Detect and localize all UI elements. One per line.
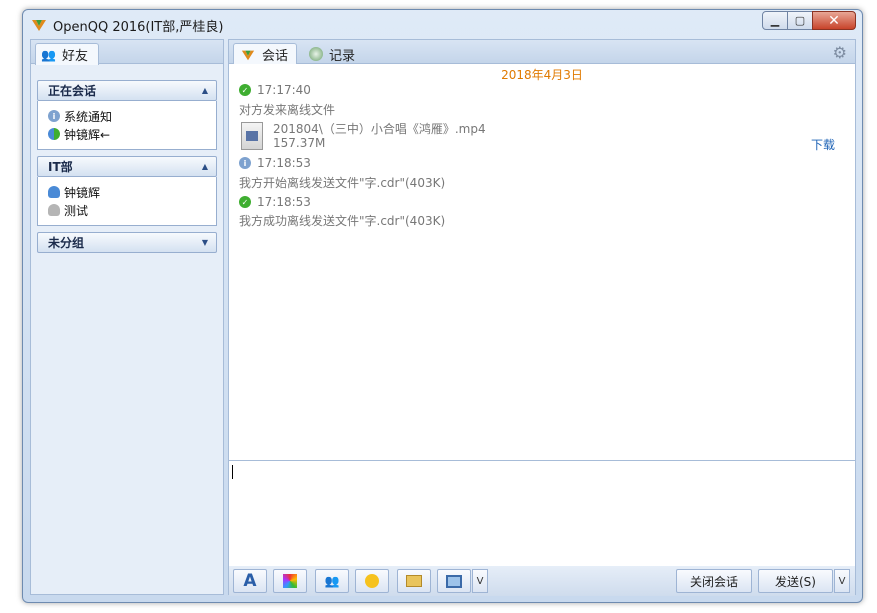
message-date: 2018年4月3日 [501,68,583,82]
message-text: 我方开始离线发送文件"字.cdr"(403K) [239,176,446,190]
close-button[interactable]: ✕ [812,11,856,30]
message-time: 17:18:53 [257,156,311,170]
message-text: 对方发来离线文件 [239,103,336,117]
users-icon [48,128,60,140]
info-icon: i [239,157,251,169]
user-offline-icon [48,204,60,216]
group-active-chats: 正在会话 ▲ i 系统通知 钟镜辉← [37,80,217,150]
gear-icon[interactable]: ⚙ [833,43,847,62]
member-system-notice[interactable]: i 系统通知 [48,107,216,125]
tab-chat-label: 会话 [262,49,289,64]
screenshot-options-dropdown[interactable]: V [472,569,488,593]
tab-friends-label: 好友 [61,49,88,64]
member-test[interactable]: 测试 [48,201,216,219]
video-file-icon [241,122,263,150]
smiley-icon [365,574,379,588]
folder-icon [406,575,422,587]
chat-window: OpenQQ 2016(IT部,严桂良) ▁ ▢ ✕ 👥 好友 正在会话 ▲ i… [22,9,863,603]
message-input[interactable] [229,460,855,564]
group-body-it: 钟镜辉 测试 [37,177,217,226]
title-bar[interactable]: OpenQQ 2016(IT部,严桂良) ▁ ▢ ✕ [23,10,862,40]
tab-chat[interactable]: 会话 [233,43,298,65]
tab-friends[interactable]: 👥 好友 [35,43,99,65]
send-button[interactable]: 发送(S) [758,569,833,593]
chat-panel: 会话 记录 ⚙ 2018年4月3日 ✓ 17:17:40 对方发来离线文件 20… [228,39,856,596]
member-name: 钟镜辉← [64,127,111,142]
message-time: 17:18:53 [257,195,311,209]
message-time-row: i 17:18:53 [239,156,311,170]
message-time-row: ✓ 17:18:53 [239,195,311,209]
message-text: 我方成功离线发送文件"字.cdr"(403K) [239,214,446,228]
chat-logo-icon [241,50,255,60]
maximize-icon: ▢ [794,14,806,27]
color-palette-icon [283,574,297,588]
file-name: 201804\（三中）小合唱《鸿雁》.mp4 [273,122,486,136]
member-name: 测试 [64,203,89,218]
window-controls: ▁ ▢ ✕ [762,11,856,30]
screenshot-icon [446,574,462,588]
message-time: 17:17:40 [257,83,311,97]
collapse-arrow-icon: ▲ [201,86,208,95]
app-logo-icon [32,20,46,31]
info-icon: i [48,110,60,122]
close-icon: ✕ [828,12,840,29]
chevron-down-icon: V [838,575,846,587]
group-it: IT部 ▲ 钟镜辉 测试 [37,156,217,226]
group-ungrouped: 未分组 ▼ [37,232,217,253]
chevron-down-icon: V [476,575,484,587]
contacts-panel: 👥 好友 正在会话 ▲ i 系统通知 钟镜辉← IT部 ▲ 钟镜辉 测试 未分组… [30,39,224,595]
group-header-it[interactable]: IT部 ▲ [37,156,217,177]
screenshot-button[interactable] [437,569,471,593]
group-name: 未分组 [48,236,85,250]
member-zhong-it[interactable]: 钟镜辉 [48,183,216,201]
group-header-active[interactable]: 正在会话 ▲ [37,80,217,101]
window-title: OpenQQ 2016(IT部,严桂良) [53,20,224,35]
font-button[interactable]: A [233,569,267,593]
font-icon: A [243,571,257,591]
send-options-dropdown[interactable]: V [834,569,850,593]
contacts-tabbar: 👥 好友 [31,40,223,65]
expand-arrow-icon: ▼ [201,238,208,247]
collapse-arrow-icon: ▲ [201,162,208,171]
chat-tabbar: 会话 记录 ⚙ [229,40,855,65]
member-zhong[interactable]: 钟镜辉← [48,125,216,143]
minimize-icon: ▁ [770,14,780,27]
friends-icon: 👥 [41,47,56,62]
contacts-button[interactable]: 👥 [315,569,349,593]
message-time-row: ✓ 17:17:40 [239,83,311,97]
group-name: 正在会话 [48,84,97,98]
people-icon: 👥 [324,574,340,588]
color-button[interactable] [273,569,307,593]
group-header-ungrouped[interactable]: 未分组 ▼ [37,232,217,253]
success-icon: ✓ [239,196,251,208]
send-file-button[interactable] [397,569,431,593]
tab-history-label: 记录 [329,48,356,64]
input-toolbar: A 👥 V 关闭会话 发送(S) V [229,566,855,596]
minimize-button[interactable]: ▁ [762,11,788,30]
tab-history[interactable]: 记录 [303,43,363,65]
user-online-icon [48,186,60,198]
history-icon [309,47,323,61]
maximize-button[interactable]: ▢ [787,11,813,30]
member-name: 系统通知 [64,109,113,124]
emoji-button[interactable] [355,569,389,593]
message-area[interactable]: 2018年4月3日 ✓ 17:17:40 对方发来离线文件 201804\（三中… [229,64,855,460]
text-caret [232,465,233,479]
group-name: IT部 [48,160,73,174]
group-body-active: i 系统通知 钟镜辉← [37,101,217,150]
success-icon: ✓ [239,84,251,96]
download-link[interactable]: 下载 [811,136,835,153]
file-size: 157.37M [273,136,326,150]
member-name: 钟镜辉 [64,185,101,200]
close-chat-button[interactable]: 关闭会话 [676,569,752,593]
